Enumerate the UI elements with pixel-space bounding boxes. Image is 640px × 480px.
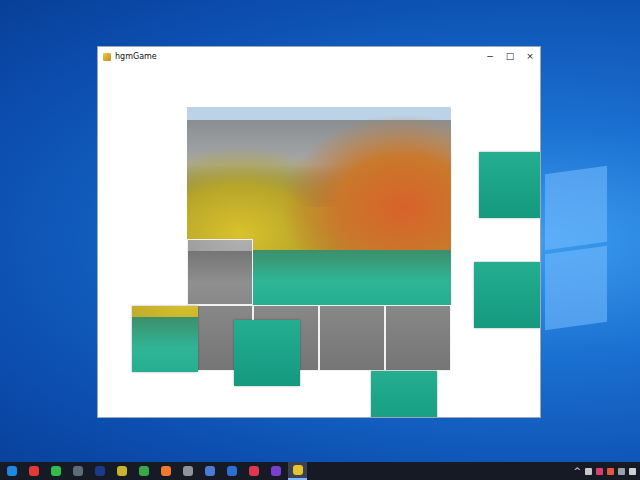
loose-piece[interactable] bbox=[371, 371, 437, 418]
taskbar-app[interactable] bbox=[266, 462, 285, 480]
taskbar-app[interactable] bbox=[200, 462, 219, 480]
app-icon bbox=[29, 466, 39, 476]
placed-tile bbox=[319, 107, 385, 173]
loose-piece[interactable] bbox=[479, 152, 541, 218]
placed-tile bbox=[253, 239, 319, 305]
game-canvas bbox=[98, 66, 540, 417]
tray-icon[interactable] bbox=[596, 468, 603, 475]
system-tray: ^ bbox=[573, 462, 640, 480]
taskbar-app[interactable] bbox=[244, 462, 263, 480]
placed-tile bbox=[385, 107, 451, 173]
app-icon bbox=[73, 466, 83, 476]
app-icon bbox=[7, 466, 17, 476]
empty-slot bbox=[385, 305, 451, 371]
app-icon bbox=[293, 465, 303, 475]
taskbar-app[interactable] bbox=[178, 462, 197, 480]
app-icon bbox=[103, 53, 111, 61]
taskbar-app[interactable] bbox=[46, 462, 65, 480]
taskbar-app[interactable] bbox=[24, 462, 43, 480]
tray-icon[interactable] bbox=[629, 468, 636, 475]
app-icon bbox=[205, 466, 215, 476]
window-title: hgmGame bbox=[115, 52, 157, 61]
app-icon bbox=[271, 466, 281, 476]
tray-chevron[interactable]: ^ bbox=[573, 462, 581, 480]
loose-piece[interactable] bbox=[132, 306, 198, 372]
placed-tile bbox=[253, 173, 319, 239]
app-icon bbox=[95, 466, 105, 476]
app-icon bbox=[161, 466, 171, 476]
placed-tile bbox=[187, 173, 253, 239]
tray-icon[interactable] bbox=[607, 468, 614, 475]
app-icon bbox=[51, 466, 61, 476]
taskbar-app[interactable] bbox=[134, 462, 153, 480]
taskbar-app[interactable] bbox=[112, 462, 131, 480]
app-icon bbox=[139, 466, 149, 476]
empty-slot bbox=[319, 305, 385, 371]
taskbar-app[interactable] bbox=[288, 462, 307, 480]
taskbar-app[interactable] bbox=[156, 462, 175, 480]
game-window: hgmGame −□× bbox=[97, 46, 541, 418]
placed-tile bbox=[319, 239, 385, 305]
puzzle-board bbox=[187, 107, 451, 371]
placed-tile bbox=[385, 239, 451, 305]
placed-tile bbox=[187, 107, 253, 173]
empty-slot bbox=[187, 239, 253, 305]
app-icon bbox=[117, 466, 127, 476]
window-control[interactable]: − bbox=[480, 47, 500, 66]
tray-icon[interactable] bbox=[585, 468, 592, 475]
taskbar-app[interactable] bbox=[90, 462, 109, 480]
tray-icon[interactable] bbox=[618, 468, 625, 475]
placed-tile bbox=[319, 173, 385, 239]
taskbar: ^ bbox=[0, 462, 640, 480]
title-bar: hgmGame −□× bbox=[98, 47, 540, 66]
window-control[interactable]: □ bbox=[500, 47, 520, 66]
window-control[interactable]: × bbox=[520, 47, 540, 66]
taskbar-app[interactable] bbox=[222, 462, 241, 480]
windows-logo-icon bbox=[545, 166, 607, 331]
loose-piece[interactable] bbox=[474, 262, 540, 328]
taskbar-app[interactable] bbox=[68, 462, 87, 480]
placed-tile bbox=[253, 107, 319, 173]
app-icon bbox=[227, 466, 237, 476]
loose-piece[interactable] bbox=[234, 320, 300, 386]
taskbar-app[interactable] bbox=[2, 462, 21, 480]
desktop: hgmGame −□× ^ bbox=[0, 0, 640, 480]
app-icon bbox=[249, 466, 259, 476]
placed-tile bbox=[385, 173, 451, 239]
app-icon bbox=[183, 466, 193, 476]
